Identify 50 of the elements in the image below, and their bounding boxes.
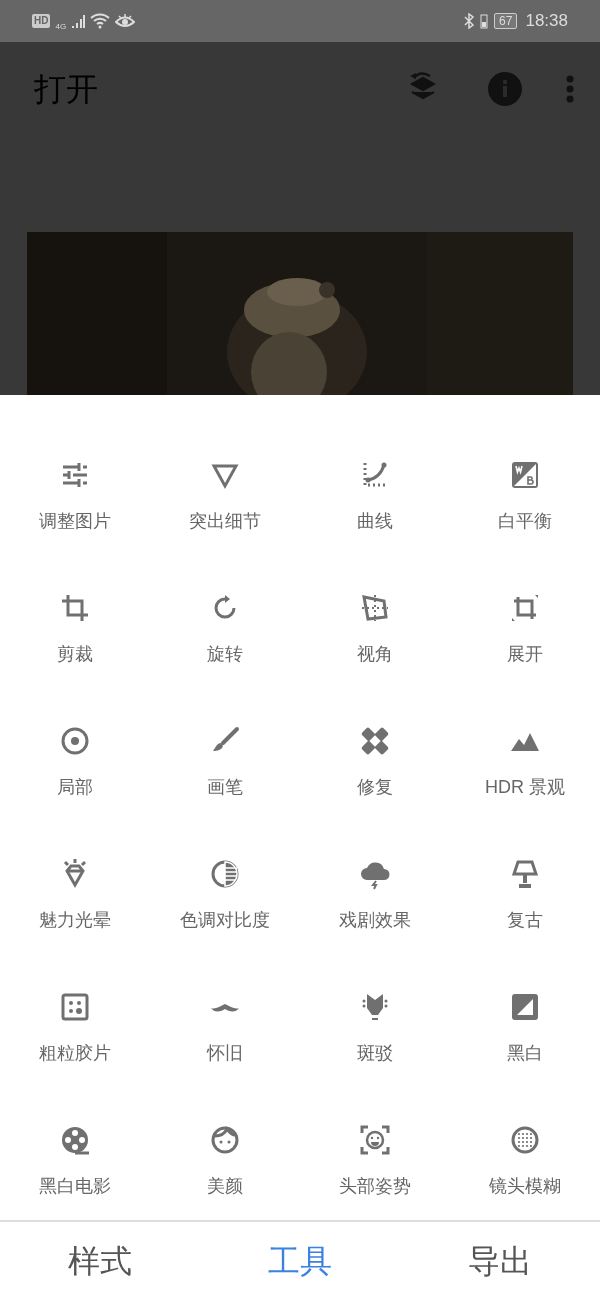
tool-label[interactable]: 局部 [57,774,93,801]
battery-level: 67 [494,13,518,29]
eye-icon [115,13,136,29]
signal-icon [71,14,86,28]
wifi-icon [90,13,111,29]
bottom-tab[interactable]: 样式 [68,1237,132,1285]
dotted-circle-icon[interactable] [509,1124,541,1156]
tool-label[interactable]: 黑白 [507,1040,543,1067]
face-outline-icon[interactable] [209,1124,241,1156]
smiley-frame-icon[interactable] [359,1124,391,1156]
perspective-icon[interactable] [359,592,391,624]
grain-icon[interactable] [59,991,91,1023]
wb-letters-icon[interactable] [509,459,541,491]
clock: 18:38 [525,10,568,33]
tool-label[interactable]: 黑白电影 [39,1173,111,1200]
tool-label[interactable]: HDR 景观 [485,774,565,801]
bluetooth-icon [464,13,475,29]
tool-label[interactable]: 画笔 [207,774,243,801]
target-icon[interactable] [59,725,91,757]
network-type: 4G [55,23,67,31]
bottom-tab[interactable]: 工具 [268,1237,332,1285]
tool-label[interactable]: 色调对比度 [180,907,270,934]
tool-label[interactable]: 突出细节 [189,508,261,535]
film-reel-icon[interactable] [59,1124,91,1156]
tool-label[interactable]: 魅力光晕 [39,907,111,934]
tool-label[interactable]: 镜头模糊 [489,1173,561,1200]
tool-label[interactable]: 头部姿势 [339,1173,411,1200]
tool-label[interactable]: 展开 [507,641,543,668]
tool-label[interactable]: 复古 [507,907,543,934]
tool-label[interactable]: 戏剧效果 [339,907,411,934]
crop-icon[interactable] [59,592,91,624]
expand-crop-icon[interactable] [509,592,541,624]
app-title: 打开 [34,70,99,109]
tool-label[interactable]: 斑驳 [357,1040,393,1067]
tool-label[interactable]: 旋转 [207,641,243,668]
tool-label[interactable]: 白平衡 [498,508,552,535]
tool-label[interactable]: 粗粒胶片 [39,1040,111,1067]
half-filled-square-icon[interactable] [509,991,541,1023]
hd-badge: HD [32,14,51,28]
bottom-tab[interactable]: 导出 [468,1237,532,1285]
tool-label[interactable]: 修复 [357,774,393,801]
tool-label[interactable]: 美颜 [207,1173,243,1200]
tool-label[interactable]: 视角 [357,641,393,668]
tool-label[interactable]: 曲线 [357,508,393,535]
contrast-icon[interactable] [209,858,241,890]
tool-label[interactable]: 怀旧 [207,1040,243,1067]
tool-label[interactable]: 调整图片 [39,508,111,535]
lamp-icon[interactable] [509,858,541,890]
battery-small-icon [480,13,489,29]
tool-label[interactable]: 剪裁 [57,641,93,668]
